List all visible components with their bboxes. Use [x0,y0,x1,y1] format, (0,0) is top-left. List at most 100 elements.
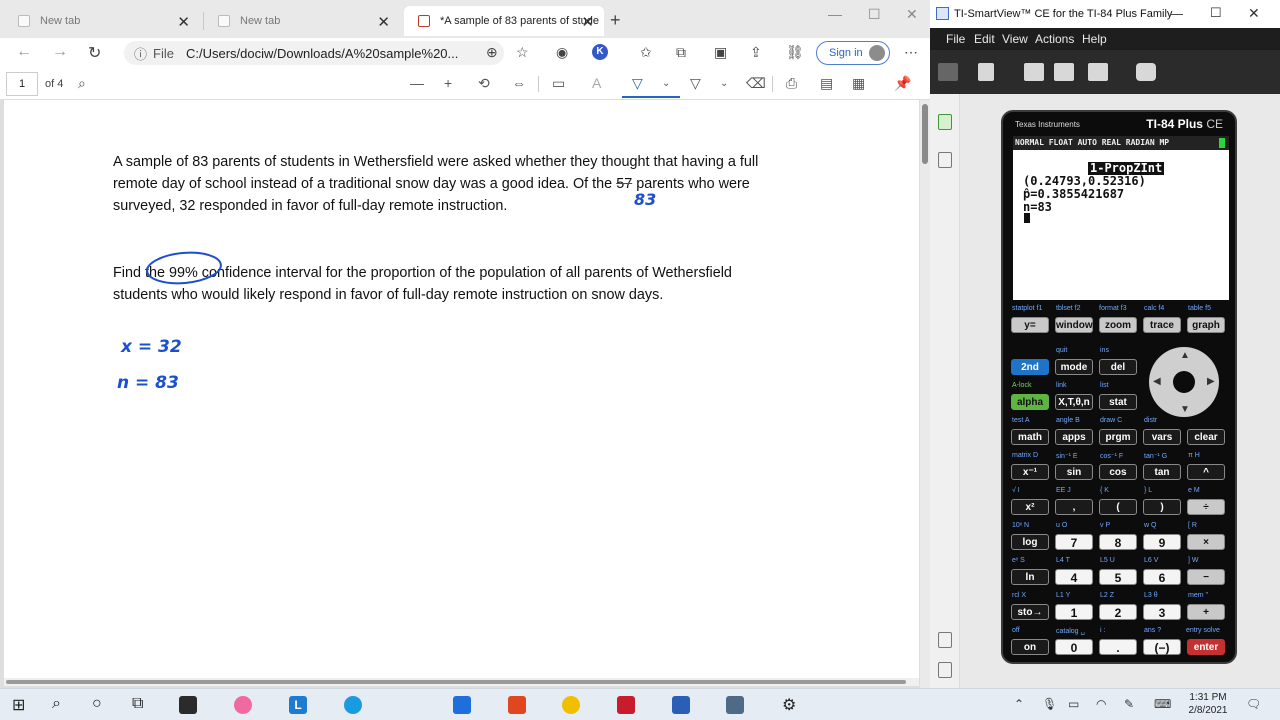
close-tab-icon[interactable]: ✕ [581,13,594,31]
keypad-tool-icon[interactable] [938,63,958,81]
key-divide[interactable]: ÷ [1187,499,1225,515]
key-on[interactable]: on [1011,639,1049,655]
key-zoom[interactable]: zoom [1099,317,1137,333]
cortana-icon[interactable]: ○ [92,695,102,713]
key-add[interactable]: + [1187,604,1225,620]
collections-icon[interactable]: ⧉ [676,44,686,61]
send-to-emulator-icon[interactable] [1024,63,1044,81]
calculator-view-icon[interactable] [938,114,952,130]
pin-icon[interactable]: 📌 [894,75,911,92]
read-aloud-icon[interactable]: A [592,75,601,91]
more-menu-icon[interactable]: ⋯ [904,44,918,61]
pdf-save-icon[interactable]: ▣ [714,44,727,61]
layout-icon[interactable] [1088,63,1108,81]
scroll-thumb[interactable] [922,104,928,164]
key-math[interactable]: math [1011,429,1049,445]
wifi-icon[interactable]: ◠ [1096,697,1106,711]
maximize-icon[interactable]: ☐ [868,6,881,23]
chrome-icon[interactable] [562,696,580,714]
task-view-icon[interactable]: ⧉ [132,695,143,713]
menu-actions[interactable]: Actions [1035,32,1074,46]
send-to-calculator-icon[interactable] [1054,63,1074,81]
key-del[interactable]: del [1099,359,1137,375]
key-square[interactable]: x² [1011,499,1049,515]
close-tab-icon[interactable]: ✕ [177,13,190,31]
key-log[interactable]: log [1011,534,1049,550]
key-6[interactable]: 6 [1143,569,1181,585]
key-vars[interactable]: vars [1143,429,1181,445]
zoom-in-icon[interactable]: + [444,75,452,91]
key-1[interactable]: 1 [1055,604,1093,620]
key-enter[interactable]: enter [1187,639,1225,655]
keyboard-icon[interactable]: ⌨ [1154,697,1171,711]
arrow-left-icon[interactable]: ◀ [1153,376,1161,387]
key-window[interactable]: window [1055,317,1093,333]
battery-tray-icon[interactable]: ▭ [1068,697,1079,711]
screenshot-camera-icon[interactable] [1136,63,1156,81]
close-tab-icon[interactable]: ✕ [377,13,390,31]
favorites-icon[interactable]: ✩ [640,44,652,61]
key-inverse[interactable]: x⁻¹ [1011,464,1049,480]
edge-icon[interactable] [344,696,362,714]
horizontal-scrollbar[interactable] [4,678,919,686]
mail-icon[interactable] [453,696,471,714]
key-sin[interactable]: sin [1055,464,1093,480]
refresh-icon[interactable]: ↻ [88,43,101,63]
tab-new-1[interactable]: New tab ✕ [4,6,200,36]
scroll-thumb[interactable] [6,680,906,684]
key-clear[interactable]: clear [1187,429,1225,445]
key-2[interactable]: 2 [1099,604,1137,620]
key-8[interactable]: 8 [1099,534,1137,550]
back-arrow-icon[interactable]: ← [16,43,32,61]
key-7[interactable]: 7 [1055,534,1093,550]
menu-help[interactable]: Help [1082,32,1107,46]
word-icon[interactable] [672,696,690,714]
extension-icon[interactable]: ◉ [556,44,568,61]
minimize-icon[interactable]: — [828,6,842,22]
key-comma[interactable]: , [1055,499,1093,515]
store-icon[interactable] [179,696,197,714]
forward-arrow-icon[interactable]: → [52,43,68,61]
key-store[interactable]: sto→ [1011,604,1049,620]
page-number-input[interactable]: 1 [6,72,38,96]
search-icon[interactable]: ⌕ [52,695,61,713]
fit-page-icon[interactable]: ⇔ [512,75,526,91]
draw-pen-icon[interactable]: ▽ [632,75,643,92]
close-window-icon[interactable]: ✕ [1248,5,1260,22]
windows-start-icon[interactable]: ⊞ [12,695,25,715]
document-view-icon[interactable] [938,152,952,168]
key-0[interactable]: 0 [1055,639,1093,655]
key-alpha[interactable]: alpha [1011,394,1049,410]
rotate-icon[interactable]: ⟲ [478,75,490,92]
share-icon[interactable]: ⇪ [750,44,762,61]
key-tan[interactable]: tan [1143,464,1181,480]
zoom-out-icon[interactable]: — [410,75,424,91]
tab-pdf-document[interactable]: *A sample of 83 parents of stude ✕ [404,6,604,36]
key-cos[interactable]: cos [1099,464,1137,480]
key-4[interactable]: 4 [1055,569,1093,585]
address-field[interactable]: ⓘ File C:/Users/dociw/Downloads/A%20samp… [124,41,504,65]
key-negative[interactable]: (−) [1143,639,1181,655]
snip-tool-icon[interactable] [234,696,252,714]
sign-in-button[interactable]: Sign in [816,41,890,65]
pen-icon[interactable]: ✎ [1124,697,1134,711]
key-trace[interactable]: trace [1143,317,1181,333]
info-icon[interactable]: ⓘ [134,44,147,63]
key-prgm[interactable]: prgm [1099,429,1137,445]
chevron-up-icon[interactable]: ⌃ [1014,697,1024,711]
key-xttheta[interactable]: X,T,θ,n [1055,394,1093,410]
page-view-icon[interactable]: ▭ [552,75,565,92]
highlight-icon[interactable]: ▽ [690,75,701,92]
search-icon[interactable]: ⌕ [78,75,86,92]
arrow-down-icon[interactable]: ▼ [1180,404,1190,415]
new-tab-button[interactable]: + [610,10,621,31]
menu-edit[interactable]: Edit [974,32,995,46]
calculator-select-icon[interactable] [978,63,994,81]
office-icon[interactable] [508,696,526,714]
expand-panel-icon[interactable] [938,632,952,648]
key-3[interactable]: 3 [1143,604,1181,620]
menu-file[interactable]: File [946,32,965,46]
key-graph[interactable]: graph [1187,317,1225,333]
close-window-icon[interactable]: ✕ [906,6,918,23]
print-icon[interactable]: ⎙ [786,75,797,92]
